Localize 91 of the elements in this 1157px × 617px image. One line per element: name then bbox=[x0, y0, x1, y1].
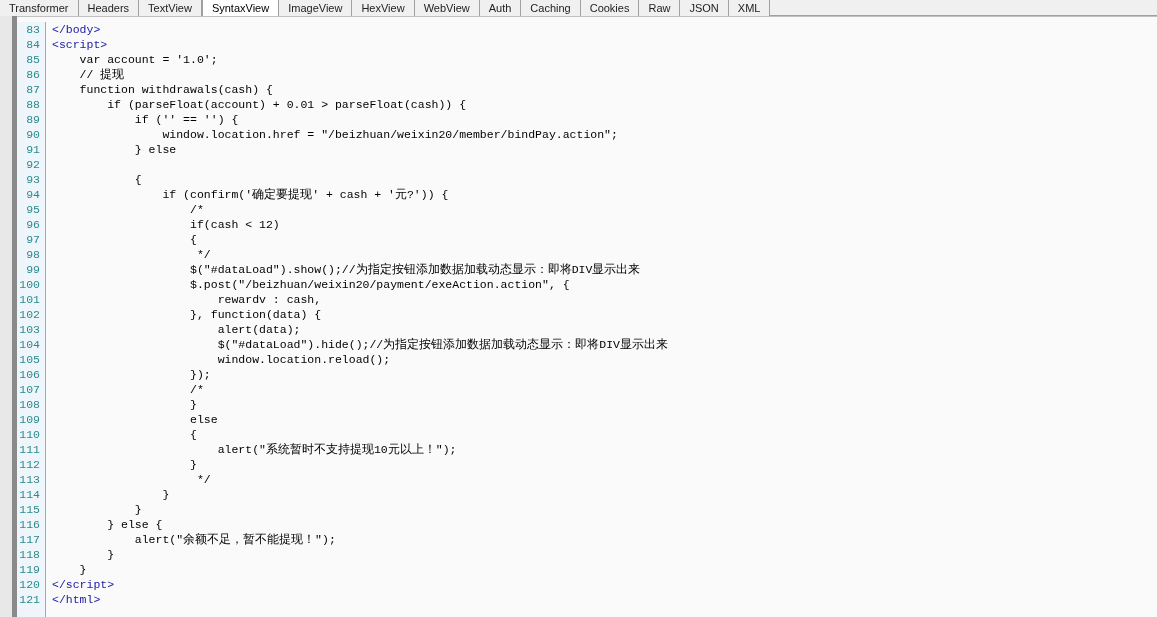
code-line: */ bbox=[195, 248, 211, 261]
tab[interactable]: JSON bbox=[680, 0, 729, 16]
line-number: 86 bbox=[25, 67, 41, 82]
code-line: if(cash < 12) bbox=[189, 218, 280, 231]
line-number: 116 bbox=[18, 517, 41, 532]
line-number: 96 bbox=[25, 217, 41, 232]
line-number: 85 bbox=[25, 52, 41, 67]
line-number: 120 bbox=[18, 577, 41, 592]
code-line: $("#dataLoad").show();//为指定按钮添加数据加载动态显示：即将DIV显示出来 bbox=[189, 263, 641, 276]
code-line: } else bbox=[133, 143, 177, 156]
line-number: 112 bbox=[18, 457, 41, 472]
code-line: }, function(data) { bbox=[189, 308, 322, 321]
line-number: 110 bbox=[18, 427, 41, 442]
line-number: 94 bbox=[25, 187, 41, 202]
line-number: 93 bbox=[25, 172, 41, 187]
line-number: 118 bbox=[18, 547, 41, 562]
code-line: alert("系统暂时不支持提现10元以上！"); bbox=[216, 443, 457, 456]
code-line: function withdrawals(cash) { bbox=[78, 83, 273, 96]
code-line: // 提现 bbox=[78, 68, 125, 81]
tab[interactable]: Raw bbox=[639, 0, 681, 16]
code-line: } bbox=[78, 563, 87, 576]
code-line: $.post("/beizhuan/weixin20/payment/exeAction.action", { bbox=[189, 278, 570, 291]
code-line: window.location.href = "/beizhuan/weixin20/member/bindPay.action"; bbox=[161, 128, 618, 141]
line-number: 98 bbox=[25, 247, 41, 262]
line-number: 90 bbox=[25, 127, 41, 142]
line-number: 84 bbox=[25, 37, 41, 52]
code-line: </body> bbox=[52, 23, 101, 36]
line-number: 115 bbox=[18, 502, 41, 517]
tab[interactable]: XML bbox=[728, 0, 771, 16]
line-number: 99 bbox=[25, 262, 41, 277]
code-line: alert(data); bbox=[216, 323, 301, 336]
tab[interactable]: Headers bbox=[78, 0, 140, 16]
code-line: var account = '1.0'; bbox=[78, 53, 218, 66]
code-line: </html> bbox=[52, 593, 101, 606]
code-line: }); bbox=[189, 368, 211, 381]
code-line: </script> bbox=[52, 578, 115, 591]
code-line: if (confirm('确定要提现' + cash + '元?')) { bbox=[161, 188, 449, 201]
tab[interactable]: Transformer bbox=[0, 0, 79, 16]
line-number: 103 bbox=[18, 322, 41, 337]
tab[interactable]: WebView bbox=[414, 0, 480, 16]
line-number: 113 bbox=[18, 472, 41, 487]
line-number: 108 bbox=[18, 397, 41, 412]
code-line: <script> bbox=[52, 38, 108, 51]
code-line: */ bbox=[195, 473, 211, 486]
code-line: alert("余额不足，暂不能提现！"); bbox=[133, 533, 336, 546]
line-number: 109 bbox=[18, 412, 41, 427]
code-line: else bbox=[189, 413, 218, 426]
line-number: 83 bbox=[25, 22, 41, 37]
code-line: } bbox=[133, 503, 142, 516]
line-number: 107 bbox=[18, 382, 41, 397]
line-number: 95 bbox=[25, 202, 41, 217]
code-line: { bbox=[189, 428, 197, 441]
line-number: 89 bbox=[25, 112, 41, 127]
tab[interactable]: Caching bbox=[521, 0, 581, 16]
code-line: } bbox=[161, 488, 170, 501]
line-number: 104 bbox=[18, 337, 41, 352]
tab[interactable]: HexView bbox=[352, 0, 415, 16]
tab[interactable]: TextView bbox=[139, 0, 202, 16]
line-number: 91 bbox=[25, 142, 41, 157]
line-number: 100 bbox=[18, 277, 41, 292]
line-number: 101 bbox=[18, 292, 41, 307]
splitter[interactable] bbox=[12, 16, 17, 617]
code-line: $("#dataLoad").hide();//为指定按钮添加数据加载动态显示：即将DIV显示出来 bbox=[216, 338, 668, 351]
line-number: 87 bbox=[25, 82, 41, 97]
code-line: /* bbox=[189, 203, 204, 216]
code-line: } bbox=[189, 458, 197, 471]
code-line: window.location.reload(); bbox=[216, 353, 391, 366]
code-line: { bbox=[189, 233, 197, 246]
code-line: if (parseFloat(account) + 0.01 > parseFloat(cash)) { bbox=[106, 98, 467, 111]
tab[interactable]: SyntaxView bbox=[201, 0, 280, 16]
line-number: 88 bbox=[25, 97, 41, 112]
code-line: /* bbox=[189, 383, 204, 396]
line-number: 106 bbox=[18, 367, 41, 382]
line-number: 92 bbox=[25, 157, 41, 172]
code-line: { bbox=[133, 173, 142, 186]
code-line: if ('' == '') { bbox=[133, 113, 239, 126]
code-line: } else { bbox=[106, 518, 163, 531]
line-number: 119 bbox=[18, 562, 41, 577]
code-line: rewardv : cash, bbox=[216, 293, 322, 306]
code-line: } bbox=[189, 398, 197, 411]
tab[interactable]: ImageView bbox=[279, 0, 353, 16]
line-number: 105 bbox=[18, 352, 41, 367]
line-number: 111 bbox=[18, 442, 41, 457]
line-number: 97 bbox=[25, 232, 41, 247]
code-line: } bbox=[106, 548, 115, 561]
line-number: 121 bbox=[18, 592, 41, 607]
line-number: 117 bbox=[18, 532, 41, 547]
line-number: 102 bbox=[18, 307, 41, 322]
line-number: 114 bbox=[18, 487, 41, 502]
tab[interactable]: Auth bbox=[479, 0, 522, 16]
tab[interactable]: Cookies bbox=[580, 0, 640, 16]
